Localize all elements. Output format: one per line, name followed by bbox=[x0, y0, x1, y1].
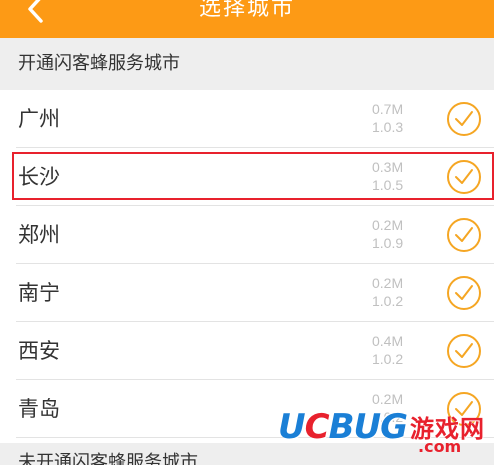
city-row-changsha[interactable]: 长沙 0.3M 1.0.5 bbox=[0, 148, 494, 206]
city-row-guangzhou[interactable]: 广州 0.7M 1.0.3 bbox=[0, 90, 494, 148]
city-name: 郑州 bbox=[18, 223, 60, 247]
package-size: 0.2M bbox=[372, 217, 404, 233]
package-size: 0.3M bbox=[372, 159, 404, 175]
package-version: 1.0.2 bbox=[372, 293, 404, 309]
package-version: 1.0.5 bbox=[372, 177, 404, 193]
city-name: 青岛 bbox=[18, 397, 60, 421]
package-version: 1.0.3 bbox=[372, 119, 404, 135]
city-meta: 0.7M 1.0.3 bbox=[372, 100, 422, 136]
check-circle-icon[interactable] bbox=[446, 159, 482, 195]
city-meta: 0.3M 1.0.5 bbox=[372, 158, 422, 194]
watermark-logo: UCBUG 游戏网 .com bbox=[278, 407, 492, 459]
package-version: 1.0.2 bbox=[372, 351, 404, 367]
check-circle-icon[interactable] bbox=[446, 333, 482, 369]
city-meta: 0.2M 1.0.2 bbox=[372, 274, 422, 310]
page-title: 选择城市 bbox=[198, 0, 295, 21]
check-circle-icon[interactable] bbox=[446, 275, 482, 311]
section-header-served: 开通闪客蜂服务城市 bbox=[0, 38, 494, 90]
package-size: 0.2M bbox=[372, 275, 404, 291]
city-row-nanning[interactable]: 南宁 0.2M 1.0.2 bbox=[0, 264, 494, 322]
city-meta: 0.2M 1.0.9 bbox=[372, 216, 422, 252]
header-bar: 选择城市 bbox=[0, 0, 494, 38]
city-row-xian[interactable]: 西安 0.4M 1.0.2 bbox=[0, 322, 494, 380]
package-size: 0.7M bbox=[372, 101, 404, 117]
city-meta: 0.4M 1.0.2 bbox=[372, 332, 422, 368]
city-row-zhengzhou[interactable]: 郑州 0.2M 1.0.9 bbox=[0, 206, 494, 264]
watermark-com-text: .com bbox=[418, 437, 462, 456]
city-name: 西安 bbox=[18, 339, 60, 363]
section-title-served: 开通闪客蜂服务城市 bbox=[18, 53, 180, 74]
city-name: 南宁 bbox=[18, 281, 60, 305]
watermark-brand: UCBUG bbox=[278, 407, 408, 447]
package-size: 0.4M bbox=[372, 333, 404, 349]
package-size: 0.2M bbox=[372, 391, 404, 407]
package-version: 1.0.9 bbox=[372, 235, 404, 251]
city-name: 广州 bbox=[18, 107, 60, 131]
check-circle-icon[interactable] bbox=[446, 101, 482, 137]
check-circle-icon[interactable] bbox=[446, 217, 482, 253]
city-name: 长沙 bbox=[18, 165, 60, 189]
